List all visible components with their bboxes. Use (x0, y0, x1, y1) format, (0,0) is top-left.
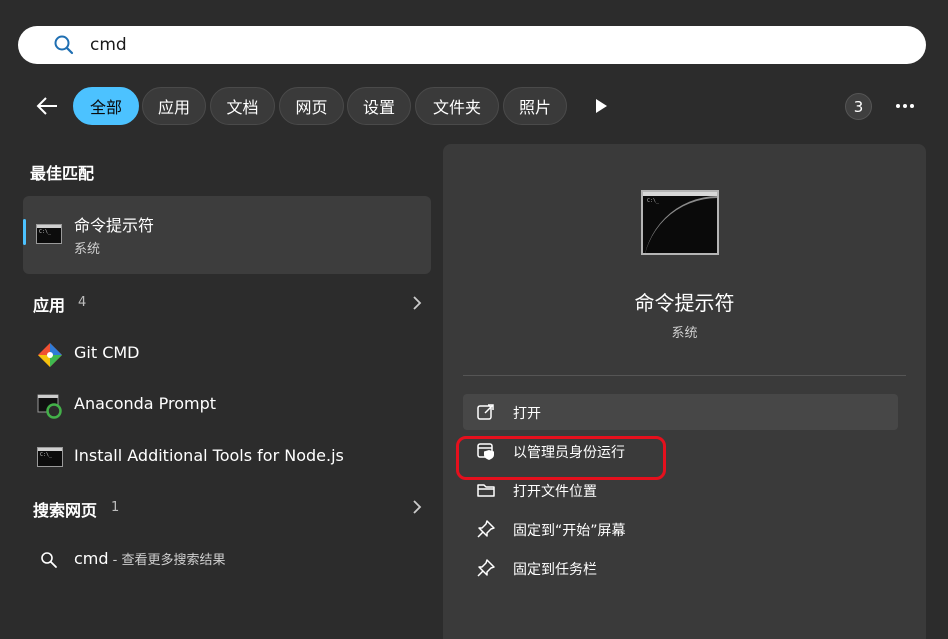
best-match-title: 命令提示符 (74, 216, 155, 235)
search-icon (41, 552, 57, 568)
pin-icon (477, 520, 495, 538)
command-prompt-large-icon: C:\_ (641, 190, 719, 255)
apps-count: 4 (78, 295, 87, 310)
result-count-badge: 3 (845, 93, 872, 120)
app-item-git-cmd[interactable]: Git CMD (23, 332, 431, 376)
chevron-right-icon[interactable] (411, 499, 423, 515)
run-as-admin-icon (477, 443, 494, 460)
web-search-item[interactable]: cmd - 查看更多搜索结果 (23, 540, 431, 580)
folder-icon (477, 484, 495, 497)
search-box[interactable] (18, 26, 926, 64)
search-input[interactable] (90, 32, 890, 58)
action-open-file-location[interactable]: 打开文件位置 (463, 472, 898, 508)
filter-chip-folders[interactable]: 文件夹 (415, 87, 499, 125)
more-options-icon[interactable] (892, 96, 918, 116)
app-item-label: Anaconda Prompt (74, 394, 217, 413)
selection-indicator (23, 219, 26, 245)
action-label: 打开 (513, 406, 541, 422)
web-search-heading: 搜索网页 (33, 501, 98, 520)
best-match-heading: 最佳匹配 (30, 164, 95, 183)
web-search-query: cmd (74, 549, 109, 568)
search-icon (54, 35, 74, 55)
anaconda-prompt-icon (37, 394, 62, 419)
filter-chip-all[interactable]: 全部 (73, 87, 139, 125)
action-pin-to-start[interactable]: 固定到“开始”屏幕 (463, 511, 898, 547)
best-match-item[interactable]: 命令提示符 系统 (23, 196, 431, 274)
web-search-query-text: cmd - 查看更多搜索结果 (74, 549, 226, 568)
play-more-filters-icon[interactable] (592, 97, 610, 115)
app-item-label: Install Additional Tools for Node.js (74, 446, 344, 465)
filter-chip-photos[interactable]: 照片 (503, 87, 567, 125)
apps-heading: 应用 (33, 296, 66, 315)
app-item-anaconda-prompt[interactable]: Anaconda Prompt (23, 383, 431, 427)
action-open[interactable]: 打开 (463, 394, 898, 430)
git-icon (38, 343, 62, 367)
action-label: 固定到任务栏 (513, 562, 597, 578)
action-pin-to-taskbar[interactable]: 固定到任务栏 (463, 550, 898, 586)
app-item-label: Git CMD (74, 343, 140, 362)
divider (463, 375, 906, 376)
filter-chip-apps[interactable]: 应用 (142, 87, 206, 125)
filter-chip-web[interactable]: 网页 (279, 87, 344, 125)
details-title: 命令提示符 (634, 291, 735, 315)
command-prompt-icon (36, 224, 62, 244)
details-panel: C:\_ 命令提示符 系统 打开 以管理员身份运行 打开文件位置 固定到“开始”… (443, 144, 926, 639)
web-search-count: 1 (111, 500, 120, 515)
filter-chip-documents[interactable]: 文档 (210, 87, 275, 125)
windows-search-flyout: 全部 应用 文档 网页 设置 文件夹 照片 3 最佳匹配 命令提示符 系统 应用… (0, 0, 948, 639)
web-search-hint: - 查看更多搜索结果 (108, 553, 226, 568)
app-item-install-node-tools[interactable]: Install Additional Tools for Node.js (23, 435, 431, 479)
action-label: 打开文件位置 (513, 484, 597, 500)
back-arrow-icon[interactable] (34, 93, 60, 119)
filter-chip-settings[interactable]: 设置 (347, 87, 411, 125)
details-subtitle: 系统 (671, 326, 698, 341)
open-external-icon (477, 404, 494, 420)
action-label: 以管理员身份运行 (513, 445, 625, 461)
pin-icon (477, 559, 495, 577)
chevron-right-icon[interactable] (411, 295, 423, 311)
action-run-as-admin[interactable]: 以管理员身份运行 (463, 433, 898, 469)
best-match-subtitle: 系统 (74, 242, 101, 257)
action-label: 固定到“开始”屏幕 (513, 523, 626, 539)
cmd-icon (37, 447, 63, 467)
